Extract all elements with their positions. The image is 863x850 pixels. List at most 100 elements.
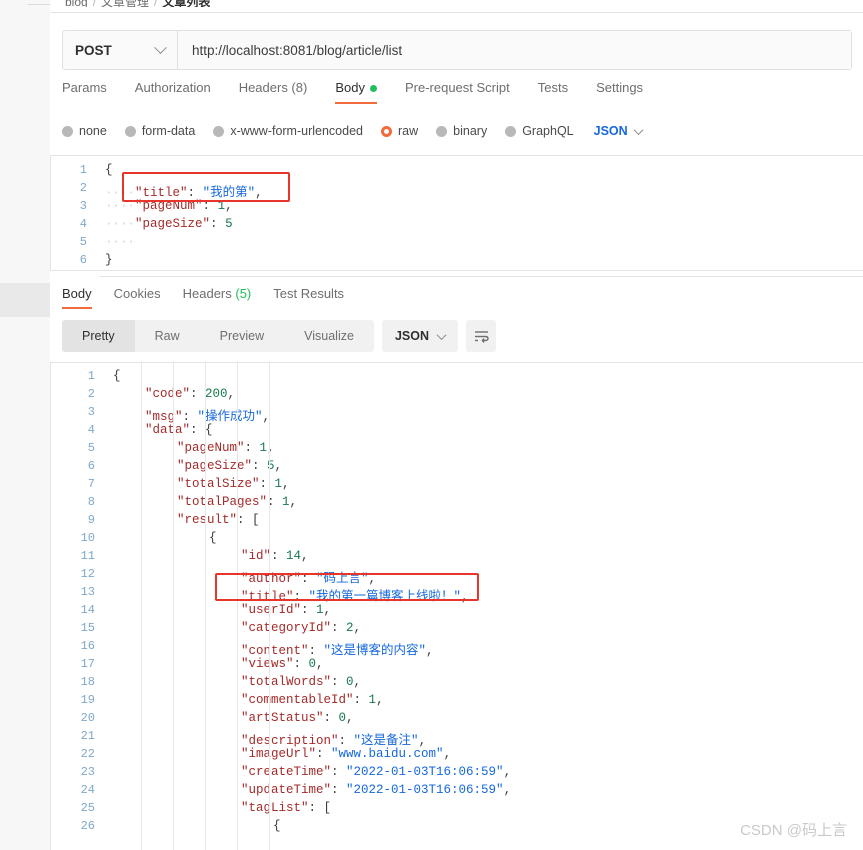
- code-token: ,: [301, 549, 309, 563]
- code-token: ,: [418, 734, 427, 748]
- request-tab-label: Tests: [537, 80, 569, 95]
- view-mode-label: Pretty: [82, 329, 115, 343]
- line-number: 15: [80, 621, 95, 635]
- code-token: ,: [255, 186, 263, 200]
- request-tab-authorization[interactable]: Authorization: [135, 80, 211, 104]
- code-token: ,: [461, 590, 469, 604]
- indent-guide: [205, 363, 206, 850]
- code-token: :: [308, 644, 324, 658]
- code-token: "这是备注": [353, 734, 419, 748]
- response-tab-cookies[interactable]: Cookies: [114, 286, 161, 309]
- code-token: :: [353, 693, 369, 707]
- code-line: ····: [105, 235, 135, 249]
- code-token: 1: [259, 441, 268, 455]
- radio-icon: [213, 125, 225, 137]
- code-token: ,: [376, 693, 384, 707]
- body-type-raw[interactable]: raw: [381, 124, 418, 138]
- code-token: ,: [503, 765, 512, 779]
- response-body-editor[interactable]: 1 2 3 4 5 6 7 8 9 10 11 12 13 14 15 16 17 18 19 20 21 22 23 24 2…: [50, 362, 863, 850]
- breadcrumb-middle[interactable]: 文章管理: [101, 0, 149, 7]
- body-type-graphql[interactable]: GraphQL: [505, 124, 574, 138]
- code-token: "我的第一篇博客上线啦！": [308, 590, 462, 604]
- code-token: :: [182, 410, 198, 424]
- line-number: 20: [80, 711, 95, 725]
- response-tab-body[interactable]: Body: [62, 286, 92, 309]
- code-token: "code": [145, 387, 191, 401]
- response-tab-label: Headers: [182, 286, 232, 301]
- response-toolbar: Pretty Raw Preview Visualize JSON: [62, 320, 496, 352]
- code-token: :: [331, 783, 347, 797]
- url-input[interactable]: http://localhost:8081/blog/article/list: [178, 31, 851, 69]
- line-number: 14: [80, 603, 95, 617]
- body-type-x-www-form-urlencoded[interactable]: x-www-form-urlencoded: [213, 124, 363, 138]
- response-tab-label: Test Results: [273, 286, 345, 301]
- request-body-editor[interactable]: 123456 {····"title": "我的第", ····"pageNum"…: [50, 155, 863, 271]
- http-method-selector[interactable]: POST: [63, 31, 178, 69]
- left-rail: [0, 0, 50, 850]
- request-tab-settings[interactable]: Settings: [596, 80, 643, 104]
- chevron-down-icon: [436, 329, 447, 340]
- code-line: "totalSize": 1,: [113, 477, 290, 491]
- request-tab-body[interactable]: Body: [335, 80, 377, 104]
- request-tab-params[interactable]: Params: [62, 80, 107, 104]
- view-mode-raw[interactable]: Raw: [135, 320, 200, 352]
- code-token: 200: [205, 387, 228, 401]
- rail-divider: [28, 0, 50, 5]
- view-mode-visualize[interactable]: Visualize: [284, 320, 374, 352]
- line-number: 6: [79, 253, 87, 267]
- request-tab-label: Authorization: [134, 80, 211, 95]
- line-number: 22: [80, 747, 95, 761]
- body-type-form-data[interactable]: form-data: [124, 124, 196, 138]
- code-line: }: [105, 253, 113, 267]
- line-number: 9: [87, 513, 95, 527]
- code-line: {: [113, 369, 121, 383]
- code-line: "pageNum": 1,: [113, 441, 275, 455]
- response-tab-test-results[interactable]: Test Results: [273, 286, 344, 309]
- body-type-binary[interactable]: binary: [436, 124, 487, 138]
- request-tab-pre-request-script[interactable]: Pre-request Script: [405, 80, 510, 104]
- line-number: 7: [87, 477, 95, 491]
- code-token: :: [293, 657, 309, 671]
- request-code-area[interactable]: {····"title": "我的第", ····"pageNum": 1, ···…: [95, 156, 863, 270]
- request-tab-label: Settings: [596, 80, 644, 95]
- code-line: "code": 200,: [113, 387, 235, 401]
- code-token: ,: [353, 621, 362, 635]
- indent-guide: [269, 363, 270, 850]
- line-number: 11: [80, 549, 95, 563]
- body-type-label: form-data: [141, 124, 196, 138]
- code-token: 1: [217, 199, 226, 213]
- code-line: "msg": "操作成功",: [113, 405, 270, 424]
- response-format-selector[interactable]: JSON: [381, 320, 458, 352]
- body-type-none[interactable]: none: [62, 124, 107, 138]
- code-token: 0: [308, 657, 317, 671]
- code-token: {: [105, 163, 113, 177]
- code-token: :: [331, 765, 347, 779]
- breadcrumb-root[interactable]: blog: [65, 0, 88, 7]
- request-tab-tests[interactable]: Tests: [538, 80, 568, 104]
- request-tab-headers-8[interactable]: Headers (8): [239, 80, 308, 104]
- response-tab-headers[interactable]: Headers (5): [183, 286, 252, 309]
- line-number: 21: [80, 729, 95, 743]
- code-token: ,: [443, 747, 452, 761]
- code-token: "2022-01-03T16:06:59": [346, 783, 504, 797]
- line-number: 5: [79, 235, 87, 249]
- view-mode-preview[interactable]: Preview: [200, 320, 284, 352]
- code-token: "views": [241, 657, 294, 671]
- request-tab-label: Params: [62, 80, 107, 95]
- code-token: :: [308, 801, 324, 815]
- request-tab-label: Headers (8): [238, 80, 308, 95]
- response-view-modes: Pretty Raw Preview Visualize: [62, 320, 374, 352]
- response-code-area[interactable]: {"code": 200, "msg": "操作成功", "data": {"pag…: [103, 363, 863, 850]
- response-tab-label: Body: [62, 286, 92, 301]
- code-token: ,: [227, 387, 236, 401]
- code-token: "content": [241, 644, 309, 658]
- code-line: "views": 0,: [113, 657, 324, 671]
- body-type-label: none: [79, 124, 107, 138]
- view-mode-pretty[interactable]: Pretty: [62, 320, 135, 352]
- word-wrap-icon[interactable]: [466, 320, 496, 352]
- code-token: :: [271, 549, 287, 563]
- request-format-selector[interactable]: JSON: [594, 124, 644, 138]
- code-token: "title": [241, 590, 294, 604]
- code-token: "author": [241, 572, 302, 586]
- line-number: 24: [80, 783, 95, 797]
